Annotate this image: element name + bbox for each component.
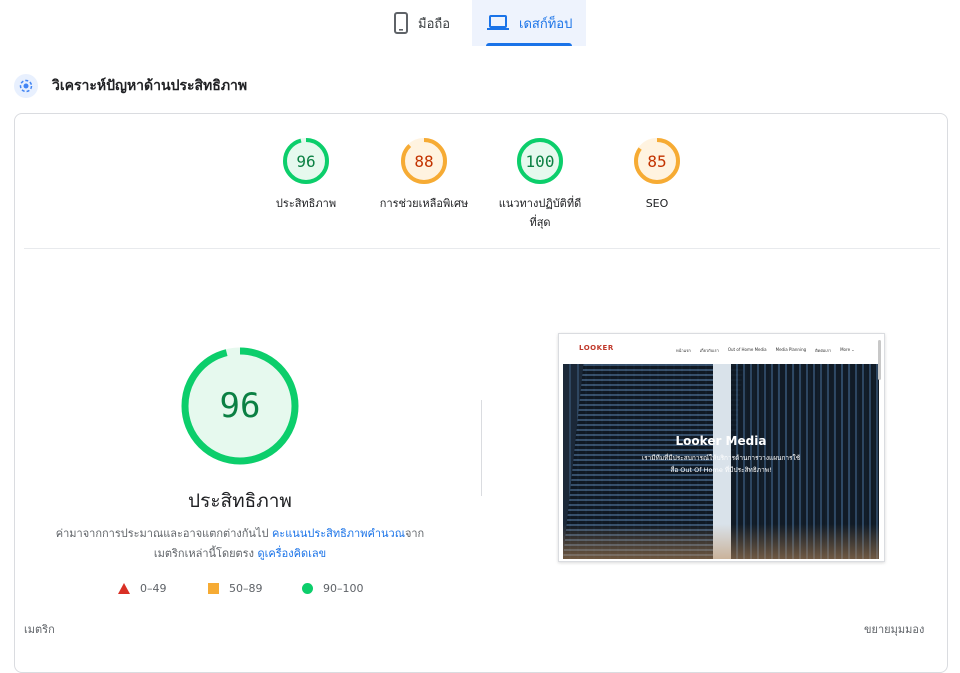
score-label-seo: SEO [645, 197, 669, 210]
note-text: ค่ามาจากการประมาณและอาจแตกต่างกันไป [55, 527, 269, 540]
vertical-divider [481, 400, 482, 496]
screenshot-hero-text: เรามีทีมที่มีประสบการณ์ให้บริการด้านการว… [641, 454, 801, 474]
smartphone-icon [394, 12, 408, 34]
score-note: ค่ามาจากการประมาณและอาจแตกต่างกันไป คะแน… [40, 524, 440, 564]
metrics-heading: เมตริก [24, 623, 55, 636]
card-divider [24, 248, 940, 249]
tab-desktop-label: เดสก์ท็อป [519, 16, 573, 32]
score-value: 88 [414, 151, 434, 171]
note-text-mid: จาก [404, 527, 425, 540]
legend-label: 90–100 [323, 582, 364, 595]
calculator-link[interactable]: ดูเครื่องคิดเลข [257, 547, 326, 560]
score-calculation-link[interactable]: คะแนนประสิทธิภาพคำนวณ [272, 527, 405, 540]
score-gauge-seo[interactable]: 85 [633, 137, 681, 185]
legend-fail: 0–49 [118, 582, 167, 595]
performance-diagnose-icon [14, 74, 38, 98]
tab-mobile-label: มือถือ [418, 16, 451, 32]
score-value: 85 [647, 151, 667, 171]
page-screenshot[interactable]: LOOKER หน้าแรก เกี่ยวกับเรา Out of Home … [558, 333, 885, 562]
device-tabs: มือถือ เดสก์ท็อป [0, 0, 960, 46]
score-value: 96 [296, 151, 316, 171]
legend-pass: 90–100 [302, 582, 364, 595]
score-value: 100 [525, 151, 555, 171]
fail-triangle-icon [118, 583, 130, 594]
screenshot-hero-image: Looker Media เรามีทีมที่มีประสบการณ์ให้บ… [563, 364, 879, 559]
score-label-best-practices: แนวทางปฏิบัติที่ดี ที่สุด [498, 197, 582, 229]
section-title: วิเคราะห์ปัญหาด้านประสิทธิภาพ [52, 78, 248, 94]
screenshot-navbar: LOOKER หน้าแรก เกี่ยวกับเรา Out of Home … [559, 334, 884, 364]
average-square-icon [208, 583, 219, 594]
score-label-accessibility: การช่วยเหลือพิเศษ [379, 197, 469, 210]
laptop-icon [487, 15, 509, 30]
legend-label: 50–89 [229, 582, 263, 595]
tab-mobile[interactable]: มือถือ [380, 0, 472, 46]
main-score-gauge: 96 [180, 346, 300, 466]
score-gauge-performance[interactable]: 96 [282, 137, 330, 185]
score-label-performance: ประสิทธิภาพ [275, 197, 337, 210]
score-gauge-best-practices[interactable]: 100 [516, 137, 564, 185]
pass-circle-icon [302, 583, 313, 594]
expand-view-link[interactable]: ขยายมุมมอง [864, 620, 924, 638]
note-text-line2: เมตริกเหล่านี้โดยตรง [153, 547, 254, 560]
screenshot-menu: หน้าแรก เกี่ยวกับเรา Out of Home Media M… [676, 347, 855, 353]
screenshot-logo: LOOKER [579, 344, 614, 352]
legend-average: 50–89 [208, 582, 263, 595]
legend-label: 0–49 [140, 582, 167, 595]
score-gauge-accessibility[interactable]: 88 [400, 137, 448, 185]
screenshot-scrollbar [878, 340, 881, 380]
section-header: วิเคราะห์ปัญหาด้านประสิทธิภาพ [14, 72, 247, 100]
tab-desktop[interactable]: เดสก์ท็อป [472, 0, 586, 46]
screenshot-hero-title: Looker Media [675, 434, 767, 448]
main-score-value: 96 [219, 386, 261, 426]
main-score-title: ประสิทธิภาพ [188, 490, 292, 512]
